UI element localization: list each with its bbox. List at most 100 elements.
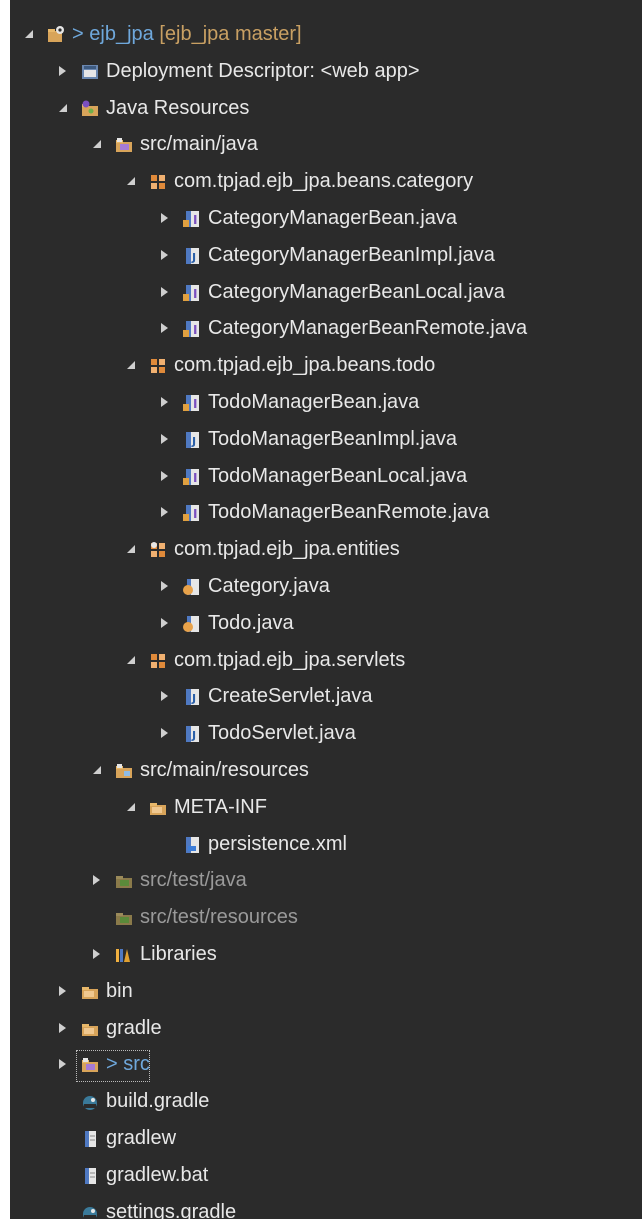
collapsed-arrow-icon[interactable]: [158, 395, 172, 409]
tree-row[interactable]: I TodoManagerBeanRemote.java: [10, 494, 642, 531]
collapsed-arrow-icon[interactable]: [56, 1021, 70, 1035]
tree-item-text: ejb_jpa: [89, 23, 154, 45]
tree-item-label: bin: [106, 979, 133, 1003]
folder-icon: [80, 982, 100, 1002]
package-icon: [148, 651, 168, 671]
tree-row[interactable]: com.tpjad.ejb_jpa.beans.category: [10, 163, 642, 200]
tree-row[interactable]: gradle: [10, 1010, 642, 1047]
expanded-arrow-icon[interactable]: [124, 174, 138, 188]
tree-item-text: CreateServlet.java: [208, 685, 373, 708]
tree-row[interactable]: Todo.java: [10, 605, 642, 642]
svg-text:I: I: [193, 397, 197, 411]
tree-item-text: Java Resources: [106, 96, 250, 119]
tree-item-text: CategoryManagerBeanImpl.java: [208, 243, 495, 266]
entity-class-icon: [182, 577, 202, 597]
tree-item-label: TodoServlet.java: [208, 721, 356, 745]
tree-row[interactable]: Deployment Descriptor: <web app>: [10, 53, 642, 90]
collapsed-arrow-icon[interactable]: [158, 579, 172, 593]
expanded-arrow-icon[interactable]: [124, 800, 138, 814]
tree-row[interactable]: gradlew: [10, 1120, 642, 1157]
collapsed-arrow-icon[interactable]: [158, 505, 172, 519]
collapsed-arrow-icon[interactable]: [158, 285, 172, 299]
test-folder-icon: [114, 871, 134, 891]
tree-row[interactable]: Java Resources: [10, 90, 642, 127]
package-icon: [148, 356, 168, 376]
tree-item-label: gradlew: [106, 1126, 176, 1150]
tree-row[interactable]: bin: [10, 973, 642, 1010]
tree-row[interactable]: com.tpjad.ejb_jpa.entities: [10, 531, 642, 568]
folder-icon: [148, 798, 168, 818]
tree-row[interactable]: I TodoManagerBean.java: [10, 384, 642, 421]
expanded-arrow-icon[interactable]: [124, 358, 138, 372]
tree-item-label: com.tpjad.ejb_jpa.servlets: [174, 648, 405, 672]
file-icon: [80, 1166, 100, 1186]
tree-row[interactable]: persistence.xml: [10, 826, 642, 863]
collapsed-arrow-icon[interactable]: [90, 873, 104, 887]
tree-item-text: TodoManagerBeanRemote.java: [208, 501, 490, 524]
tree-item-label: persistence.xml: [208, 832, 347, 856]
tree-row[interactable]: I TodoManagerBeanLocal.java: [10, 458, 642, 495]
tree-item-label: src/test/resources: [140, 905, 298, 929]
collapsed-arrow-icon[interactable]: [158, 616, 172, 630]
tree-row[interactable]: J CreateServlet.java: [10, 678, 642, 715]
collapsed-arrow-icon[interactable]: [56, 1057, 70, 1071]
tree-row[interactable]: I CategoryManagerBeanRemote.java: [10, 310, 642, 347]
tree-row[interactable]: I CategoryManagerBeanLocal.java: [10, 274, 642, 311]
entity-package-icon: [148, 540, 168, 560]
collapsed-arrow-icon[interactable]: [158, 726, 172, 740]
collapsed-arrow-icon[interactable]: [90, 947, 104, 961]
tree-item-label: CreateServlet.java: [208, 684, 373, 708]
collapsed-arrow-icon[interactable]: [158, 211, 172, 225]
tree-row[interactable]: com.tpjad.ejb_jpa.beans.todo: [10, 347, 642, 384]
collapsed-arrow-icon[interactable]: [56, 984, 70, 998]
collapsed-arrow-icon[interactable]: [158, 469, 172, 483]
java-class-icon: J: [182, 246, 202, 266]
tree-item-label: Category.java: [208, 574, 330, 598]
expanded-arrow-icon[interactable]: [22, 27, 36, 41]
tree-row[interactable]: src/test/resources: [10, 899, 642, 936]
file-icon: [80, 1129, 100, 1149]
tree-row[interactable]: src/main/resources: [10, 752, 642, 789]
tree-row[interactable]: J CategoryManagerBeanImpl.java: [10, 237, 642, 274]
tree-item-label: com.tpjad.ejb_jpa.beans.todo: [174, 353, 435, 377]
folder-icon: [80, 1019, 100, 1039]
expanded-arrow-icon[interactable]: [90, 137, 104, 151]
tree-row[interactable]: gradlew.bat: [10, 1157, 642, 1194]
tree-row[interactable]: > ejb_jpa [ejb_jpa master]: [10, 16, 642, 53]
expanded-arrow-icon[interactable]: [90, 763, 104, 777]
tree-row[interactable]: Category.java: [10, 568, 642, 605]
collapsed-arrow-icon[interactable]: [158, 689, 172, 703]
tree-row[interactable]: settings.gradle: [10, 1194, 642, 1219]
collapsed-arrow-icon[interactable]: [158, 321, 172, 335]
expanded-arrow-icon[interactable]: [124, 542, 138, 556]
tree-item-text: gradle: [106, 1016, 162, 1039]
tree-row[interactable]: src/main/java: [10, 126, 642, 163]
tree-row[interactable]: J TodoManagerBeanImpl.java: [10, 421, 642, 458]
java-interface-icon: I: [182, 503, 202, 523]
tree-row[interactable]: src/test/java: [10, 862, 642, 899]
svg-text:I: I: [193, 213, 197, 227]
tree-item-label: src/test/java: [140, 868, 247, 892]
gradle-file-icon: [80, 1203, 100, 1219]
tree-row[interactable]: META-INF: [10, 789, 642, 826]
tree-row[interactable]: Libraries: [10, 936, 642, 973]
collapsed-arrow-icon[interactable]: [56, 64, 70, 78]
tree-row[interactable]: J TodoServlet.java: [10, 715, 642, 752]
tree-row[interactable]: I CategoryManagerBean.java: [10, 200, 642, 237]
tree-item-text: com.tpjad.ejb_jpa.entities: [174, 538, 400, 561]
gradle-file-icon: [80, 1092, 100, 1112]
tree-item-text: TodoManagerBeanLocal.java: [208, 464, 468, 487]
tree-row[interactable]: com.tpjad.ejb_jpa.servlets: [10, 642, 642, 679]
collapsed-arrow-icon[interactable]: [158, 432, 172, 446]
collapsed-arrow-icon[interactable]: [158, 248, 172, 262]
expanded-arrow-icon[interactable]: [124, 653, 138, 667]
tree-item-text: build.gradle: [106, 1090, 210, 1113]
tree-row[interactable]: build.gradle: [10, 1083, 642, 1120]
tree-item-label: Libraries: [140, 942, 217, 966]
expanded-arrow-icon[interactable]: [56, 101, 70, 115]
tree-row[interactable]: > src: [10, 1046, 642, 1083]
tree-item-text: Deployment Descriptor: <web app>: [106, 59, 420, 82]
tree-item-text: com.tpjad.ejb_jpa.beans.todo: [174, 354, 436, 377]
xml-file-icon: [182, 835, 202, 855]
svg-text:J: J: [191, 729, 196, 742]
